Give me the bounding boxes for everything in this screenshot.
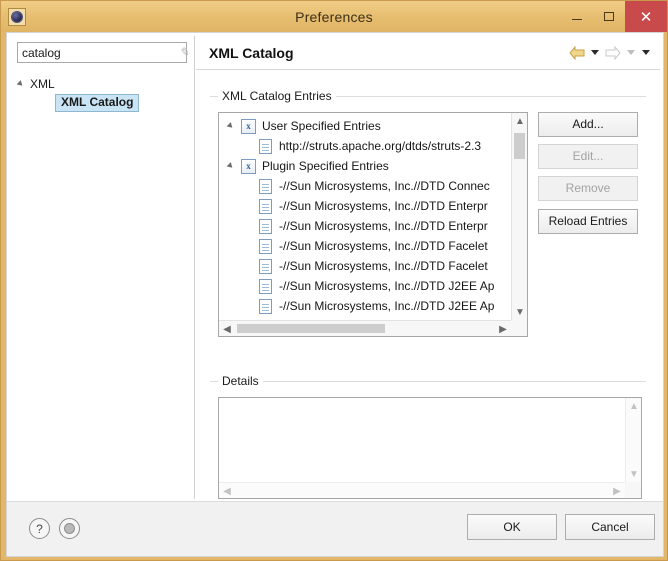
- forward-arrow-icon: [604, 44, 622, 62]
- scroll-left-icon[interactable]: ◀: [219, 483, 235, 498]
- scroll-down-icon[interactable]: ▼: [626, 466, 641, 482]
- scroll-down-icon[interactable]: ▼: [512, 304, 527, 320]
- document-icon: [259, 178, 272, 194]
- dialog-footer: ? OK Cancel: [7, 501, 663, 556]
- content-area: ✎ XML XML Catalog XML Catalog: [7, 33, 663, 502]
- list-item-label: -//Sun Microsystems, Inc.//DTD Connec: [279, 179, 490, 193]
- details-vertical-scrollbar[interactable]: ▲ ▼: [625, 398, 641, 482]
- list-item-label: -//Sun Microsystems, Inc.//DTD J2EE Ap: [279, 279, 495, 293]
- scrollbar-corner: [625, 482, 641, 498]
- maximize-button[interactable]: [593, 1, 625, 32]
- minimize-icon: [572, 19, 582, 20]
- window-controls: ✕: [561, 1, 667, 32]
- dialog-body: ✎ XML XML Catalog XML Catalog: [6, 32, 664, 557]
- sidebar-item-label: XML Catalog: [55, 93, 140, 112]
- xml-catalog-entries-group: XML Catalog Entries x User Specified Ent…: [210, 89, 646, 341]
- document-icon: [259, 298, 272, 314]
- page-title: XML Catalog: [209, 44, 294, 61]
- list-item[interactable]: -//Sun Microsystems, Inc.//DTD Facelet: [219, 236, 511, 256]
- preferences-nav-pane: ✎ XML XML Catalog: [10, 36, 195, 499]
- scroll-left-icon[interactable]: ◀: [219, 321, 235, 336]
- details-panel[interactable]: ▲ ▼ ◀ ▶: [218, 397, 642, 499]
- xml-catalog-icon: x: [241, 118, 256, 134]
- group-label: XML Catalog Entries: [218, 89, 336, 103]
- list-item[interactable]: -//Sun Microsystems, Inc.//DTD J2EE Ap: [219, 296, 511, 316]
- list-item[interactable]: http://struts.apache.org/dtds/struts-2.3: [219, 136, 511, 156]
- list-item[interactable]: -//Sun Microsystems, Inc.//DTD Facelet: [219, 256, 511, 276]
- back-history-chevron-down-icon[interactable]: [589, 44, 601, 62]
- preferences-tree: XML XML Catalog: [10, 70, 193, 499]
- document-icon: [259, 258, 272, 274]
- vertical-scroll-thumb[interactable]: [514, 133, 525, 159]
- restore-defaults-icon[interactable]: [59, 518, 80, 539]
- document-icon: [259, 138, 272, 154]
- edit-button: Edit...: [538, 144, 638, 169]
- catalog-actions: Add... Edit... Remove Reload Entries: [538, 112, 638, 241]
- preferences-window: Preferences ✕ ✎ XML: [0, 0, 668, 561]
- list-item[interactable]: -//Sun Microsystems, Inc.//DTD J2EE Ap: [219, 276, 511, 296]
- document-icon: [259, 238, 272, 254]
- list-item[interactable]: x Plugin Specified Entries: [219, 156, 511, 176]
- list-item[interactable]: -//Sun Microsystems, Inc.//DTD Enterpr: [219, 196, 511, 216]
- back-arrow-icon[interactable]: [568, 44, 586, 62]
- remove-button: Remove: [538, 176, 638, 201]
- list-item[interactable]: -//Sun Microsystems, Inc.//DTD Connec: [219, 176, 511, 196]
- details-group: Details ▲ ▼ ◀ ▶: [210, 374, 646, 501]
- maximize-icon: [604, 12, 614, 21]
- ok-button[interactable]: OK: [467, 514, 557, 540]
- title-bar: Preferences ✕: [1, 1, 667, 32]
- list-item-label: User Specified Entries: [262, 119, 381, 133]
- add-button[interactable]: Add...: [538, 112, 638, 137]
- sidebar-item-label: XML: [30, 76, 55, 91]
- reload-entries-button[interactable]: Reload Entries: [538, 209, 638, 234]
- list-item-label: Plugin Specified Entries: [262, 159, 389, 173]
- scroll-right-icon[interactable]: ▶: [609, 483, 625, 498]
- help-icon[interactable]: ?: [29, 518, 50, 539]
- chevron-expanded-icon[interactable]: [16, 79, 30, 88]
- list-item-label: http://struts.apache.org/dtds/struts-2.3: [279, 139, 482, 153]
- preferences-gear-icon: [8, 7, 26, 26]
- sidebar-item-xml-catalog[interactable]: XML Catalog: [10, 93, 193, 112]
- list-item[interactable]: -//Sun Microsystems, Inc.//DTD Enterpr: [219, 216, 511, 236]
- search-input[interactable]: [18, 44, 179, 61]
- scrollbar-corner: [511, 320, 527, 336]
- scroll-right-icon[interactable]: ▶: [495, 321, 511, 336]
- minimize-button[interactable]: [561, 1, 593, 32]
- clear-filter-icon[interactable]: ✎: [179, 43, 189, 62]
- chevron-expanded-icon[interactable]: [226, 162, 241, 170]
- view-menu-chevron-down-icon[interactable]: [640, 44, 652, 62]
- page-header: XML Catalog: [196, 36, 660, 70]
- preferences-page-pane: XML Catalog XML Catalog Entries x User S…: [196, 36, 660, 499]
- details-horizontal-scrollbar[interactable]: ◀ ▶: [219, 482, 625, 498]
- forward-history-chevron-down-icon: [625, 44, 637, 62]
- list-item-label: -//Sun Microsystems, Inc.//DTD Facelet: [279, 239, 488, 253]
- filter-box[interactable]: ✎: [17, 42, 189, 63]
- group-label: Details: [218, 374, 263, 388]
- catalog-entries-list[interactable]: x User Specified Entries http://struts.a…: [218, 112, 528, 337]
- list-item[interactable]: x User Specified Entries: [219, 116, 511, 136]
- cancel-button[interactable]: Cancel: [565, 514, 655, 540]
- list-item-label: -//Sun Microsystems, Inc.//DTD Enterpr: [279, 199, 488, 213]
- sidebar-item-xml[interactable]: XML: [10, 74, 193, 93]
- list-item-label: -//Sun Microsystems, Inc.//DTD J2EE Ap: [279, 299, 495, 313]
- scroll-up-icon[interactable]: ▲: [626, 398, 641, 414]
- group-divider: [210, 381, 646, 382]
- restore-defaults-inner: [64, 523, 75, 534]
- horizontal-scroll-thumb[interactable]: [237, 324, 385, 333]
- catalog-entries-viewport: x User Specified Entries http://struts.a…: [219, 113, 511, 320]
- gear-icon-dot: [12, 11, 22, 22]
- chevron-expanded-icon[interactable]: [226, 122, 241, 130]
- list-item-label: -//Sun Microsystems, Inc.//DTD Facelet: [279, 259, 488, 273]
- page-nav-tools: [568, 36, 652, 69]
- list-horizontal-scrollbar[interactable]: ◀ ▶: [219, 320, 511, 336]
- document-icon: [259, 198, 272, 214]
- scroll-up-icon[interactable]: ▲: [512, 113, 527, 129]
- close-button[interactable]: ✕: [625, 1, 667, 32]
- document-icon: [259, 278, 272, 294]
- document-icon: [259, 218, 272, 234]
- details-content: [219, 398, 625, 482]
- xml-catalog-icon: x: [241, 158, 256, 174]
- list-item-label: -//Sun Microsystems, Inc.//DTD Enterpr: [279, 219, 488, 233]
- list-vertical-scrollbar[interactable]: ▲ ▼: [511, 113, 527, 320]
